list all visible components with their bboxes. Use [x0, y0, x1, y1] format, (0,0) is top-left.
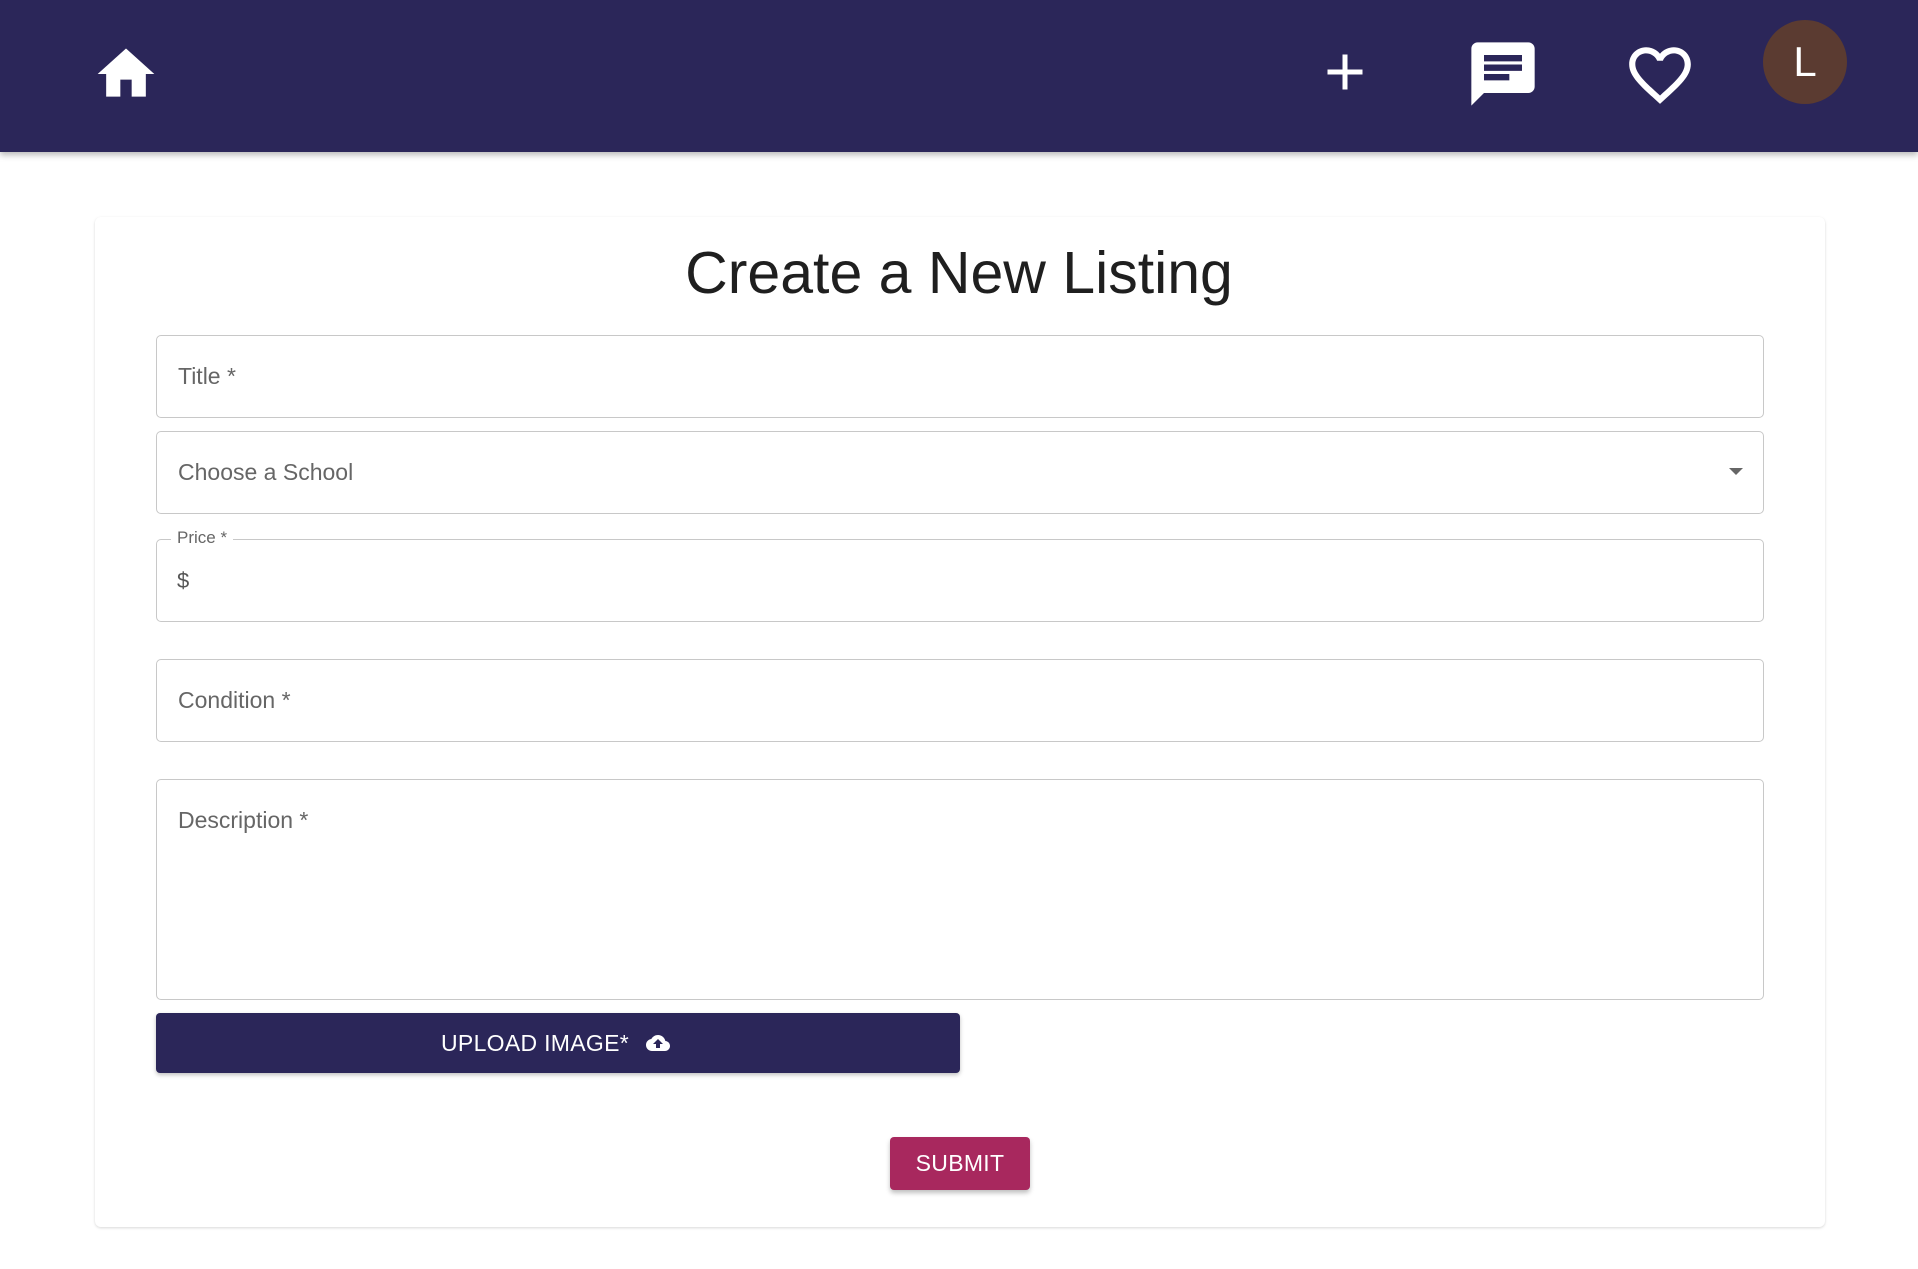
cloud-upload-icon [645, 1035, 670, 1051]
price-field-label: Price * [171, 528, 234, 548]
description-field-label: Description * [178, 807, 309, 833]
add-icon[interactable] [1315, 42, 1375, 102]
school-select[interactable]: Choose a School [156, 431, 1764, 514]
price-currency-adornment: $ [177, 568, 190, 593]
title-field[interactable]: Title * [156, 335, 1764, 418]
top-app-bar: L [0, 0, 1918, 152]
condition-field-label: Condition * [178, 687, 291, 713]
title-field-label: Title * [178, 363, 236, 389]
submit-button[interactable]: SUBMIT [890, 1137, 1030, 1190]
page-title: Create a New Listing [685, 240, 1233, 306]
price-field[interactable]: Price * $ [156, 528, 1764, 622]
home-icon[interactable] [89, 40, 163, 108]
condition-field[interactable]: Condition * [156, 659, 1764, 742]
heart-icon[interactable] [1620, 38, 1700, 112]
upload-image-button-label: UPLOAD IMAGE* [441, 1029, 629, 1056]
chevron-down-icon [1729, 468, 1743, 475]
upload-image-button[interactable]: UPLOAD IMAGE* [156, 1013, 960, 1073]
school-select-placeholder: Choose a School [178, 459, 354, 485]
chat-icon[interactable] [1463, 36, 1543, 112]
avatar[interactable]: L [1763, 20, 1847, 104]
description-field[interactable]: Description * [156, 779, 1764, 1000]
